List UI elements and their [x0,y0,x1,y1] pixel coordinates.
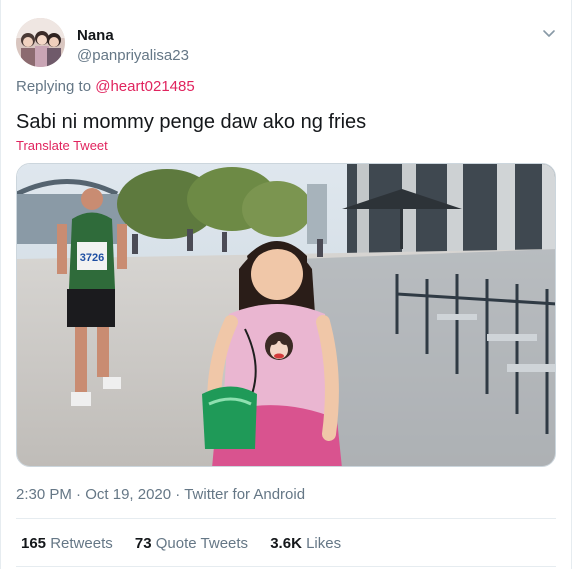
tweet-source[interactable]: Twitter for Android [184,486,305,503]
tweet-stats: 165 Retweets 73 Quote Tweets 3.6K Likes [21,535,359,552]
tweet-text: Sabi ni mommy penge daw ako ng fries [16,111,367,133]
user-handle[interactable]: @panpriyalisa23 [77,47,189,64]
reply-to-handle-link[interactable]: @heart021485 [95,78,194,95]
meta-separator-2: · [171,486,185,503]
likes-label: Likes [306,535,342,552]
likes-count: 3.6K [270,535,302,552]
tweet-card: Nana @panpriyalisa23 Replying to @heart0… [0,0,572,569]
quote-tweets-count: 73 [134,535,152,552]
chevron-down-icon [543,30,555,37]
retweets-label: Retweets [50,535,113,552]
retweets-count: 165 [21,535,47,552]
likes-stat[interactable]: 3.6K Likes [270,535,341,552]
display-name[interactable]: Nana [77,27,114,44]
tweet-photo[interactable]: 3726 [16,163,556,467]
avatar[interactable] [16,18,65,67]
replying-to: Replying to @heart021485 [16,78,195,95]
divider-top [16,518,556,519]
more-options-button[interactable] [538,22,560,44]
meta-separator-1: · [71,486,86,503]
divider-bottom [16,566,556,567]
quote-tweets-label: Quote Tweets [155,535,249,552]
tweet-meta: 2:30 PM · Oct 19, 2020 · Twitter for And… [16,486,305,503]
retweets-stat[interactable]: 165 Retweets [21,535,113,552]
avatar-image [16,18,65,67]
translate-tweet-link[interactable]: Translate Tweet [16,138,108,153]
tweet-date[interactable]: Oct 19, 2020 [85,486,171,503]
replying-prefix: Replying to [16,78,92,95]
photo-illustration: 3726 [17,164,555,466]
bib-number: 3726 [80,252,104,264]
tweet-time[interactable]: 2:30 PM [16,486,72,503]
quote-tweets-stat[interactable]: 73 Quote Tweets [135,535,248,552]
